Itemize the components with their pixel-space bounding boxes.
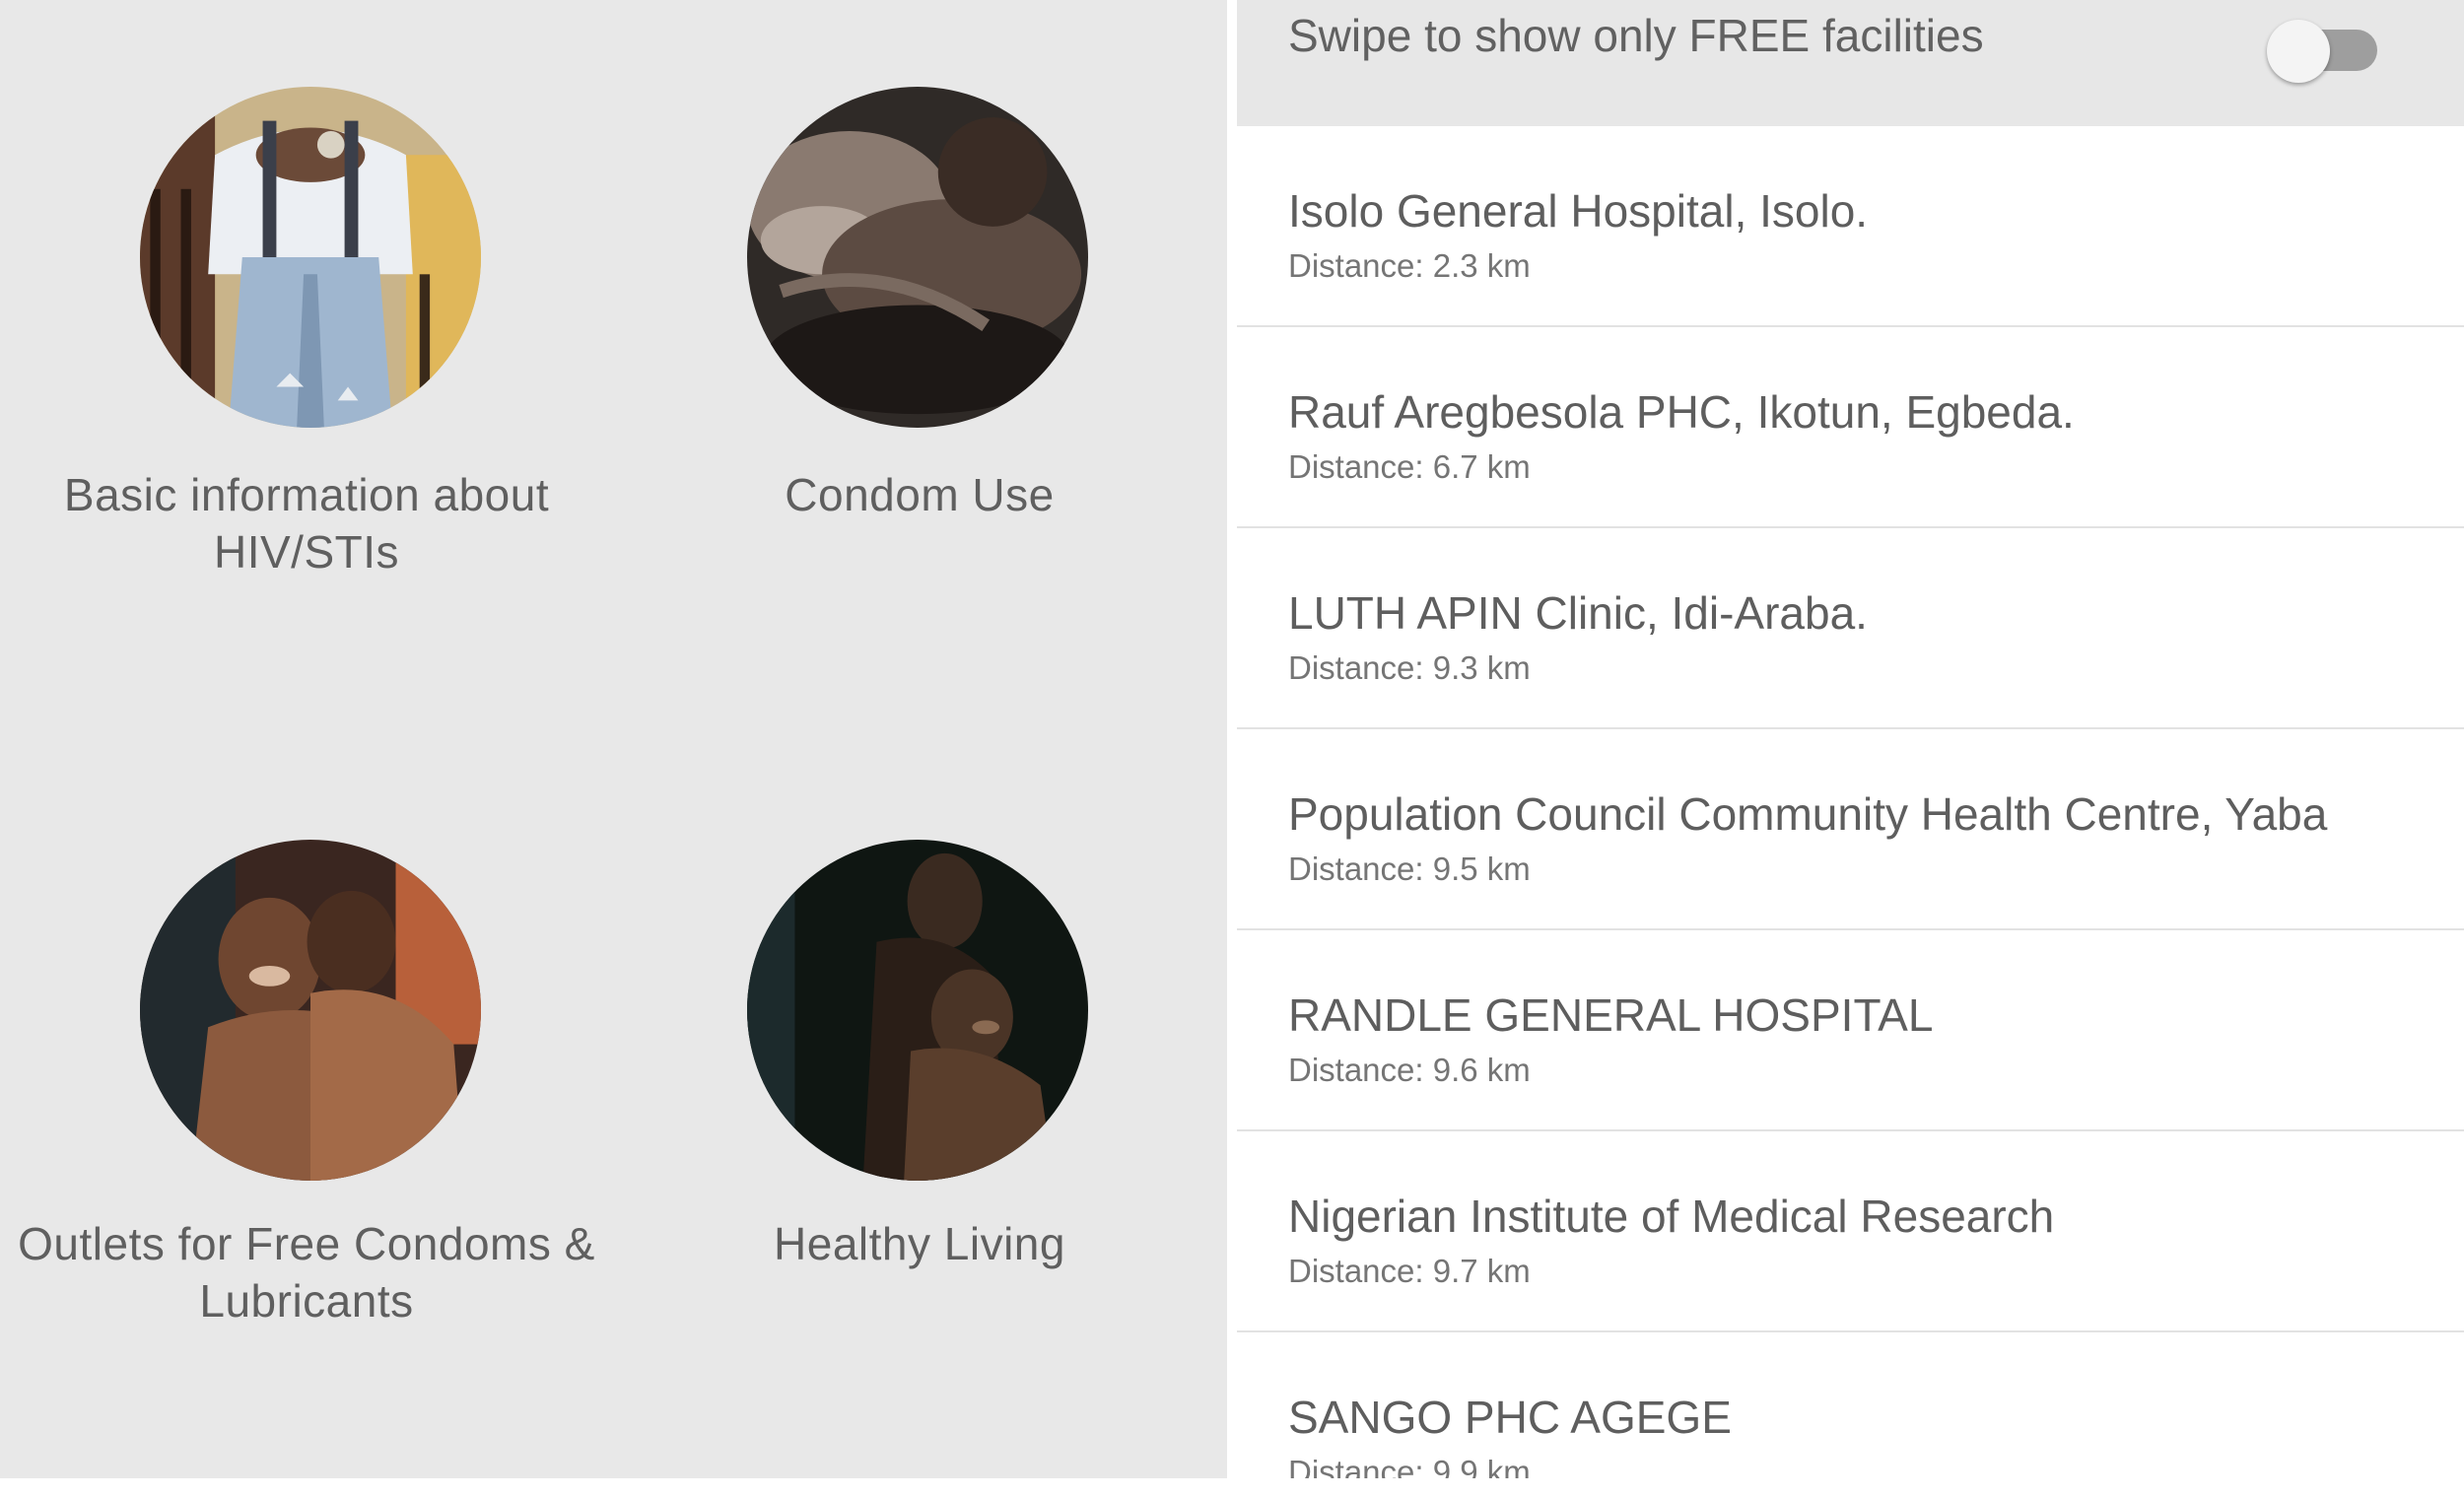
facility-name: Population Council Community Health Cent… [1288, 788, 2328, 840]
category-tile-condom-use[interactable]: Condom Use [613, 0, 1226, 749]
facility-name: SANGO PHC AGEGE [1288, 1392, 1732, 1443]
facility-list-item[interactable]: Population Council Community Health Cent… [1237, 729, 2464, 930]
facility-list-item[interactable]: Isolo General Hospital, Isolo. Distance:… [1237, 126, 2464, 327]
category-tile-healthy-living[interactable]: Healthy Living [613, 749, 1226, 1498]
free-filter-bar: Swipe to show only FREE facilities [1237, 0, 2464, 126]
facility-list-item[interactable]: Nigerian Institute of Medical Research D… [1237, 1131, 2464, 1332]
facility-list-item[interactable]: Rauf Aregbesola PHC, Ikotun, Egbeda. Dis… [1237, 327, 2464, 528]
category-label-line1: Healthy Living [774, 1218, 1065, 1269]
facility-list-item[interactable]: RANDLE GENERAL HOSPITAL Distance: 9.6 km [1237, 930, 2464, 1131]
facility-list-item[interactable]: LUTH APIN Clinic, Idi-Araba. Distance: 9… [1237, 528, 2464, 729]
facility-distance: Distance: 9.6 km [1288, 1052, 1531, 1088]
couple-photo-denim-icon [140, 87, 481, 428]
facility-distance: Distance: 2.3 km [1288, 247, 1531, 284]
couple-photo-shadow-icon [747, 840, 1088, 1181]
category-label: Condom Use [613, 466, 1226, 523]
facility-name: Rauf Aregbesola PHC, Ikotun, Egbeda. [1288, 386, 2075, 438]
couple-photo-embrace-icon [140, 840, 481, 1181]
category-label-line1: Outlets for Free Condoms & [18, 1218, 595, 1269]
category-label-line1: Basic information about [63, 469, 550, 520]
facility-name: LUTH APIN Clinic, Idi-Araba. [1288, 587, 1868, 639]
facility-distance: Distance: 9.7 km [1288, 1253, 1531, 1289]
category-label-line2: Lubricants [199, 1275, 414, 1327]
category-label: Healthy Living [613, 1215, 1226, 1272]
category-grid: Basic information about HIV/STIs Condom … [0, 0, 1227, 1478]
facility-distance: Distance: 9.5 km [1288, 851, 1531, 887]
category-tile-basic-info[interactable]: Basic information about HIV/STIs [0, 0, 613, 749]
category-label-line1: Condom Use [785, 469, 1055, 520]
facility-distance: Distance: 9.9 km [1288, 1454, 1531, 1478]
category-label: Basic information about HIV/STIs [0, 466, 613, 580]
category-tile-free-condom-outlets[interactable]: Outlets for Free Condoms & Lubricants [0, 749, 613, 1498]
facility-list: Isolo General Hospital, Isolo. Distance:… [1237, 126, 2464, 1478]
facility-name: RANDLE GENERAL HOSPITAL [1288, 989, 1934, 1041]
category-label: Outlets for Free Condoms & Lubricants [0, 1215, 613, 1329]
toggle-thumb[interactable] [2267, 20, 2330, 83]
facility-distance: Distance: 6.7 km [1288, 448, 1531, 485]
facility-name: Nigerian Institute of Medical Research [1288, 1191, 2055, 1242]
category-label-line2: HIV/STIs [213, 526, 400, 578]
facility-name: Isolo General Hospital, Isolo. [1288, 185, 1869, 237]
facility-list-item[interactable]: SANGO PHC AGEGE Distance: 9.9 km [1237, 1332, 2464, 1478]
free-filter-toggle[interactable] [2267, 18, 2385, 83]
facility-distance: Distance: 9.3 km [1288, 649, 1531, 686]
couple-photo-dark-icon [747, 87, 1088, 428]
free-filter-label: Swipe to show only FREE facilities [1288, 10, 1984, 61]
facility-panel: Swipe to show only FREE facilities Isolo… [1237, 0, 2464, 1478]
